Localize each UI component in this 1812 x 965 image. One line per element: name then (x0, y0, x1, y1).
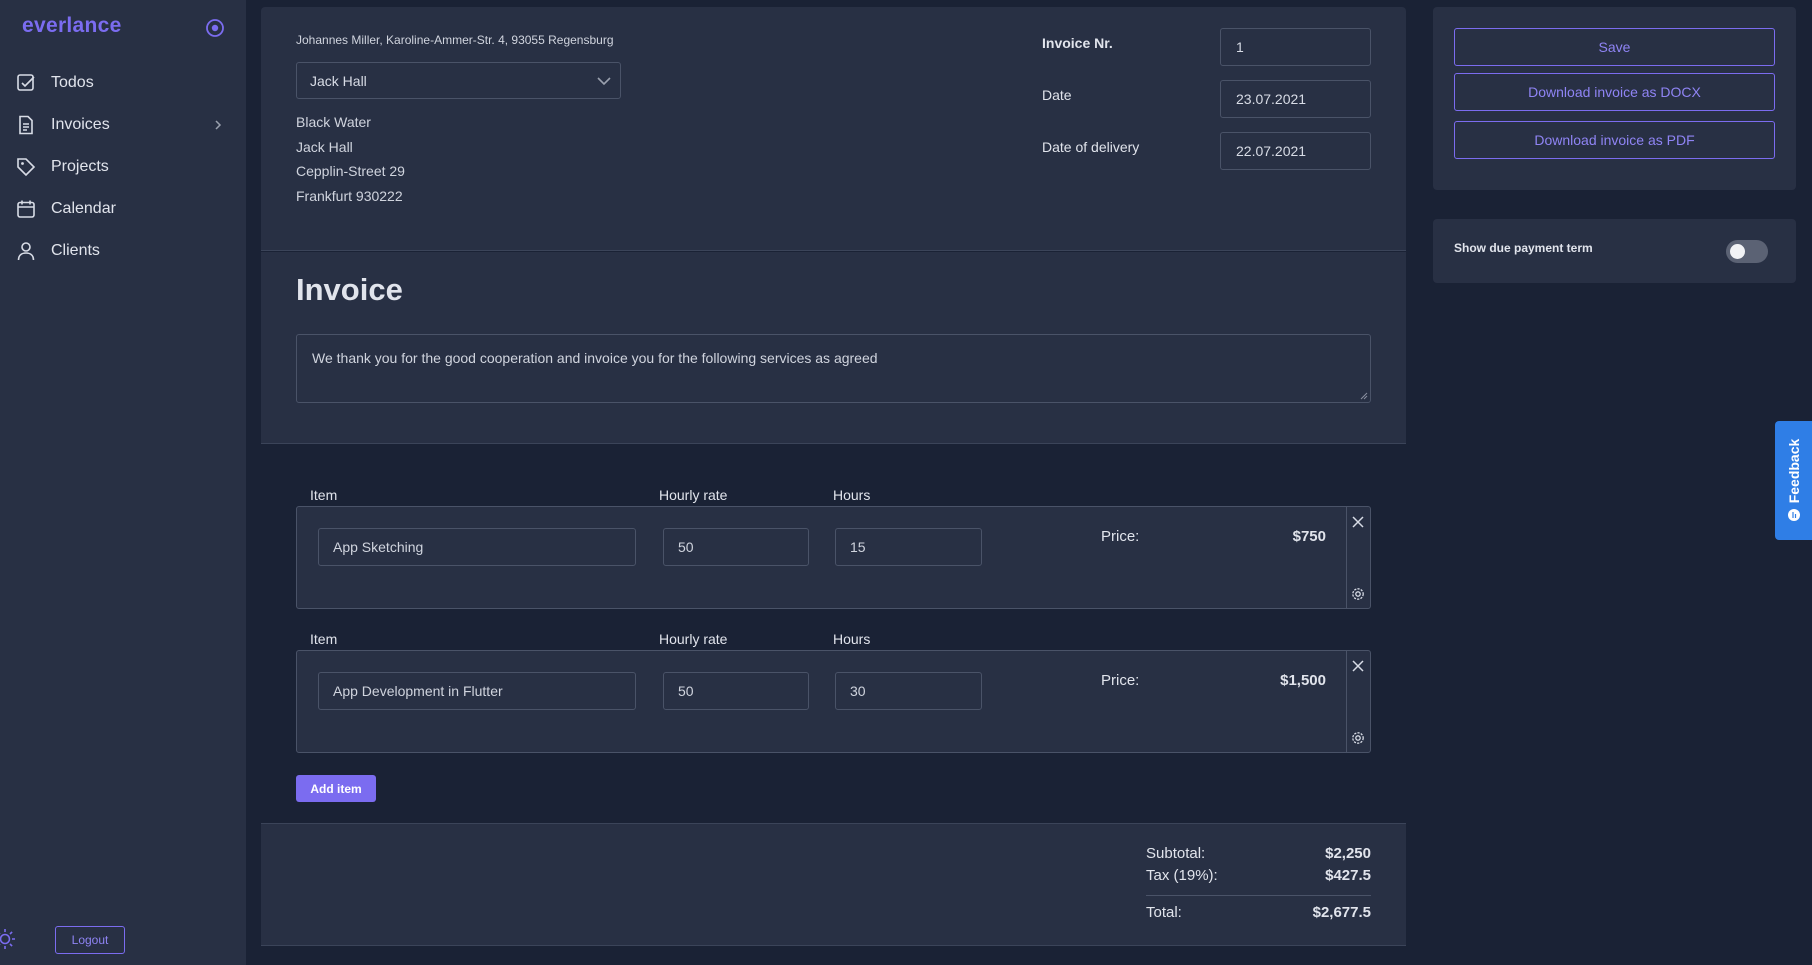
subtotal-label: Subtotal: (1146, 845, 1206, 862)
price-value: $1,500 (1280, 672, 1326, 689)
sidebar-item-label: Clients (51, 242, 100, 259)
sidebar: everlance Todos Invoices Projects Calend… (0, 0, 246, 965)
sidebar-item-invoices[interactable]: Invoices (0, 104, 246, 146)
tag-icon (15, 156, 37, 178)
totals-divider (1146, 895, 1371, 896)
date-input[interactable]: 23.07.2021 (1220, 80, 1371, 118)
subtotal-value: $2,250 (1325, 845, 1371, 862)
hours-column-label: Hours (833, 631, 871, 647)
hours-input[interactable]: 30 (835, 672, 982, 710)
sidebar-item-clients[interactable]: Clients (0, 230, 246, 272)
sun-icon[interactable] (0, 928, 16, 950)
invoice-number-label: Invoice Nr. (1042, 35, 1113, 51)
sidebar-item-todos[interactable]: Todos (0, 62, 246, 104)
brand-logo[interactable]: everlance (22, 14, 122, 38)
chevron-right-icon (215, 120, 222, 130)
sidebar-item-calendar[interactable]: Calendar (0, 188, 246, 230)
feedback-label: Feedback (1775, 421, 1812, 540)
invoice-intro-panel: Invoice We thank you for the good cooper… (261, 252, 1406, 444)
resize-handle-icon[interactable] (1360, 392, 1368, 400)
actions-panel: Save Download invoice as DOCX Download i… (1433, 7, 1796, 190)
feedback-text: Feedback (1785, 438, 1802, 504)
client-address-line: Frankfurt 930222 (296, 188, 403, 204)
item-actions (1346, 651, 1370, 752)
intro-textarea[interactable]: We thank you for the good cooperation an… (296, 334, 1371, 403)
client-address-line: Cepplin-Street 29 (296, 163, 405, 179)
sidebar-item-label: Projects (51, 158, 109, 175)
sidebar-item-label: Calendar (51, 200, 116, 217)
date-label: Date (1042, 87, 1072, 103)
download-docx-button[interactable]: Download invoice as DOCX (1454, 73, 1775, 111)
checkbox-icon (15, 72, 37, 94)
total-value: $2,677.5 (1312, 904, 1371, 921)
gear-icon[interactable] (1350, 730, 1366, 746)
sidebar-item-projects[interactable]: Projects (0, 146, 246, 188)
invoice-number-input[interactable]: 1 (1220, 28, 1371, 66)
payment-term-toggle[interactable] (1726, 240, 1768, 263)
calendar-icon (15, 198, 37, 220)
save-button[interactable]: Save (1454, 28, 1775, 66)
price-value: $750 (1292, 528, 1326, 545)
price-label: Price: (1101, 672, 1140, 689)
delivery-date-label: Date of delivery (1042, 139, 1140, 155)
item-name-input[interactable]: App Sketching (318, 528, 636, 566)
user-icon (15, 240, 37, 262)
hours-column-label: Hours (833, 487, 871, 503)
item-column-label: Item (310, 631, 338, 647)
tax-value: $427.5 (1325, 867, 1371, 884)
rate-column-label: Hourly rate (659, 631, 728, 647)
toggle-knob (1730, 244, 1745, 259)
tax-label: Tax (19%): (1146, 867, 1218, 884)
close-icon[interactable] (1351, 659, 1365, 673)
line-item: App Development in Flutter 50 30 Price: … (296, 650, 1371, 753)
logout-button[interactable]: Logout (55, 926, 125, 954)
gear-icon[interactable] (1350, 586, 1366, 602)
rate-column-label: Hourly rate (659, 487, 728, 503)
download-pdf-button[interactable]: Download invoice as PDF (1454, 121, 1775, 159)
target-icon[interactable] (205, 18, 225, 38)
chat-icon (1787, 509, 1800, 522)
client-address-line: Jack Hall (296, 139, 353, 155)
invoice-header-panel: Johannes Miller, Karoline-Ammer-Str. 4, … (261, 7, 1406, 251)
feedback-tab[interactable]: Feedback (1775, 421, 1812, 540)
page-title: Invoice (296, 272, 403, 307)
payment-term-label: Show due payment term (1454, 241, 1593, 255)
sidebar-nav: Todos Invoices Projects Calendar Clients (0, 62, 246, 272)
item-column-label: Item (310, 487, 338, 503)
add-item-button[interactable]: Add item (296, 775, 376, 802)
total-label: Total: (1146, 904, 1182, 921)
client-address-line: Black Water (296, 114, 371, 130)
document-icon (15, 114, 37, 136)
price-label: Price: (1101, 528, 1140, 545)
sidebar-item-label: Invoices (51, 116, 110, 133)
payment-term-panel: Show due payment term (1433, 219, 1796, 283)
item-name-input[interactable]: App Development in Flutter (318, 672, 636, 710)
chevron-down-icon (597, 77, 611, 86)
close-icon[interactable] (1351, 515, 1365, 529)
intro-text: We thank you for the good cooperation an… (312, 350, 878, 366)
delivery-date-input[interactable]: 22.07.2021 (1220, 132, 1371, 170)
client-select[interactable]: Jack Hall (296, 62, 621, 99)
hourly-rate-input[interactable]: 50 (663, 528, 809, 566)
hourly-rate-input[interactable]: 50 (663, 672, 809, 710)
client-select-value: Jack Hall (310, 72, 367, 89)
hours-input[interactable]: 15 (835, 528, 982, 566)
line-item: App Sketching 50 15 Price: $750 (296, 506, 1371, 609)
sidebar-item-label: Todos (51, 74, 94, 91)
totals-panel: Subtotal: $2,250 Tax (19%): $427.5 Total… (261, 823, 1406, 946)
item-actions (1346, 507, 1370, 608)
sender-address: Johannes Miller, Karoline-Ammer-Str. 4, … (296, 33, 614, 47)
